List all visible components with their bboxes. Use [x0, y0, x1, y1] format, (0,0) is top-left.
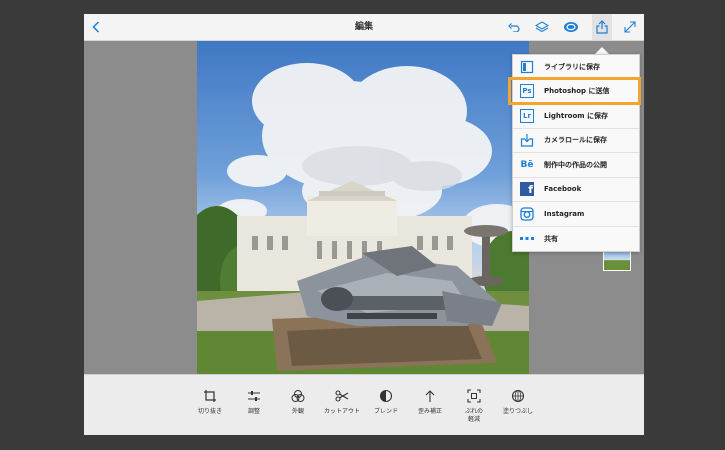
- behance-badge: Bē: [520, 159, 534, 170]
- page-title: 編集: [354, 22, 373, 32]
- menu-item-save-lightroom[interactable]: Lr Lightroom に保存: [513, 104, 639, 129]
- menu-item-send-photoshop[interactable]: Ps Photoshop に送信: [513, 80, 639, 104]
- lightroom-icon: Lr: [518, 107, 536, 125]
- menu-item-label: 共有: [544, 234, 558, 243]
- tool-label: ぶれの: [464, 408, 483, 415]
- tool-blend[interactable]: ブレンド: [364, 389, 408, 416]
- tool-crop[interactable]: 切り抜き: [188, 389, 232, 416]
- share-icon[interactable]: [592, 14, 612, 40]
- tool-shake-reduction[interactable]: ぶれの 軽減: [452, 389, 496, 424]
- menu-item-label: Lightroom に保存: [544, 111, 609, 120]
- tool-label: 歪み補正: [417, 408, 442, 415]
- fullscreen-icon[interactable]: [622, 14, 638, 40]
- tool-label: カットアウト: [323, 408, 360, 415]
- menu-item-label: Facebook: [544, 185, 582, 194]
- crop-icon: [204, 390, 216, 402]
- tool-label: 外観: [291, 408, 304, 415]
- tool-adjust[interactable]: 調整: [232, 389, 276, 416]
- top-bar: 編集: [84, 14, 644, 41]
- menu-item-label: Photoshop に送信: [544, 87, 610, 96]
- tool-label-line2: 軽減: [467, 416, 480, 423]
- tool-fill[interactable]: 塗りつぶし: [496, 389, 540, 416]
- behance-icon: Bē: [518, 156, 536, 174]
- menu-item-label: 制作中の作品の公開: [544, 160, 607, 169]
- back-chevron-icon[interactable]: [88, 14, 104, 40]
- menu-item-save-library[interactable]: ライブラリに保存: [513, 55, 639, 80]
- fill-icon: [511, 389, 525, 403]
- layers-icon[interactable]: [534, 14, 550, 40]
- scissors-icon: [335, 390, 349, 402]
- adjust-sliders-icon: [248, 391, 260, 401]
- camera-roll-icon: [518, 131, 536, 149]
- menu-item-save-camera-roll[interactable]: カメラロールに保存: [513, 129, 639, 153]
- blend-icon: [379, 389, 393, 403]
- looks-icon: [291, 390, 305, 402]
- menu-item-label: ライブラリに保存: [544, 62, 600, 71]
- photoshop-icon: Ps: [518, 82, 536, 100]
- undo-icon[interactable]: [506, 14, 522, 40]
- menu-item-label: カメラロールに保存: [544, 136, 607, 145]
- menu-item-publish-behance[interactable]: Bē 制作中の作品の公開: [513, 153, 639, 178]
- perspective-icon: [425, 390, 435, 402]
- tool-cutout[interactable]: カットアウト: [320, 389, 364, 416]
- more-icon: [518, 230, 536, 248]
- tool-label: 切り抜き: [197, 408, 222, 415]
- tool-looks[interactable]: 外観: [276, 389, 320, 416]
- shake-reduction-icon: [467, 389, 481, 403]
- menu-item-share[interactable]: 共有: [513, 227, 639, 252]
- photo-illustration: [197, 63, 529, 374]
- menu-item-instagram[interactable]: Instagram: [513, 202, 639, 227]
- creative-cloud-icon[interactable]: [562, 14, 580, 40]
- facebook-badge: f: [520, 182, 534, 197]
- share-menu: ライブラリに保存 Ps Photoshop に送信 Lr Lightroom に…: [512, 54, 640, 252]
- tool-label: ブレンド: [373, 408, 398, 415]
- facebook-icon: f: [518, 180, 536, 198]
- tool-bar: 切り抜き 調整 外観 カットアウト ブレンド 歪み補正 ぶれの 軽減 塗りつぶし: [84, 374, 644, 435]
- photoshop-badge: Ps: [520, 84, 534, 99]
- popover-arrow: [595, 47, 609, 54]
- menu-item-label: Instagram: [544, 209, 585, 218]
- menu-item-facebook[interactable]: f Facebook: [513, 178, 639, 202]
- lightroom-badge: Lr: [520, 108, 534, 123]
- instagram-icon: [518, 205, 536, 223]
- library-icon: [518, 58, 536, 76]
- tool-perspective[interactable]: 歪み補正: [408, 389, 452, 416]
- edited-photo[interactable]: [197, 41, 529, 374]
- tool-label: 塗りつぶし: [502, 408, 534, 415]
- tool-label: 調整: [247, 408, 260, 415]
